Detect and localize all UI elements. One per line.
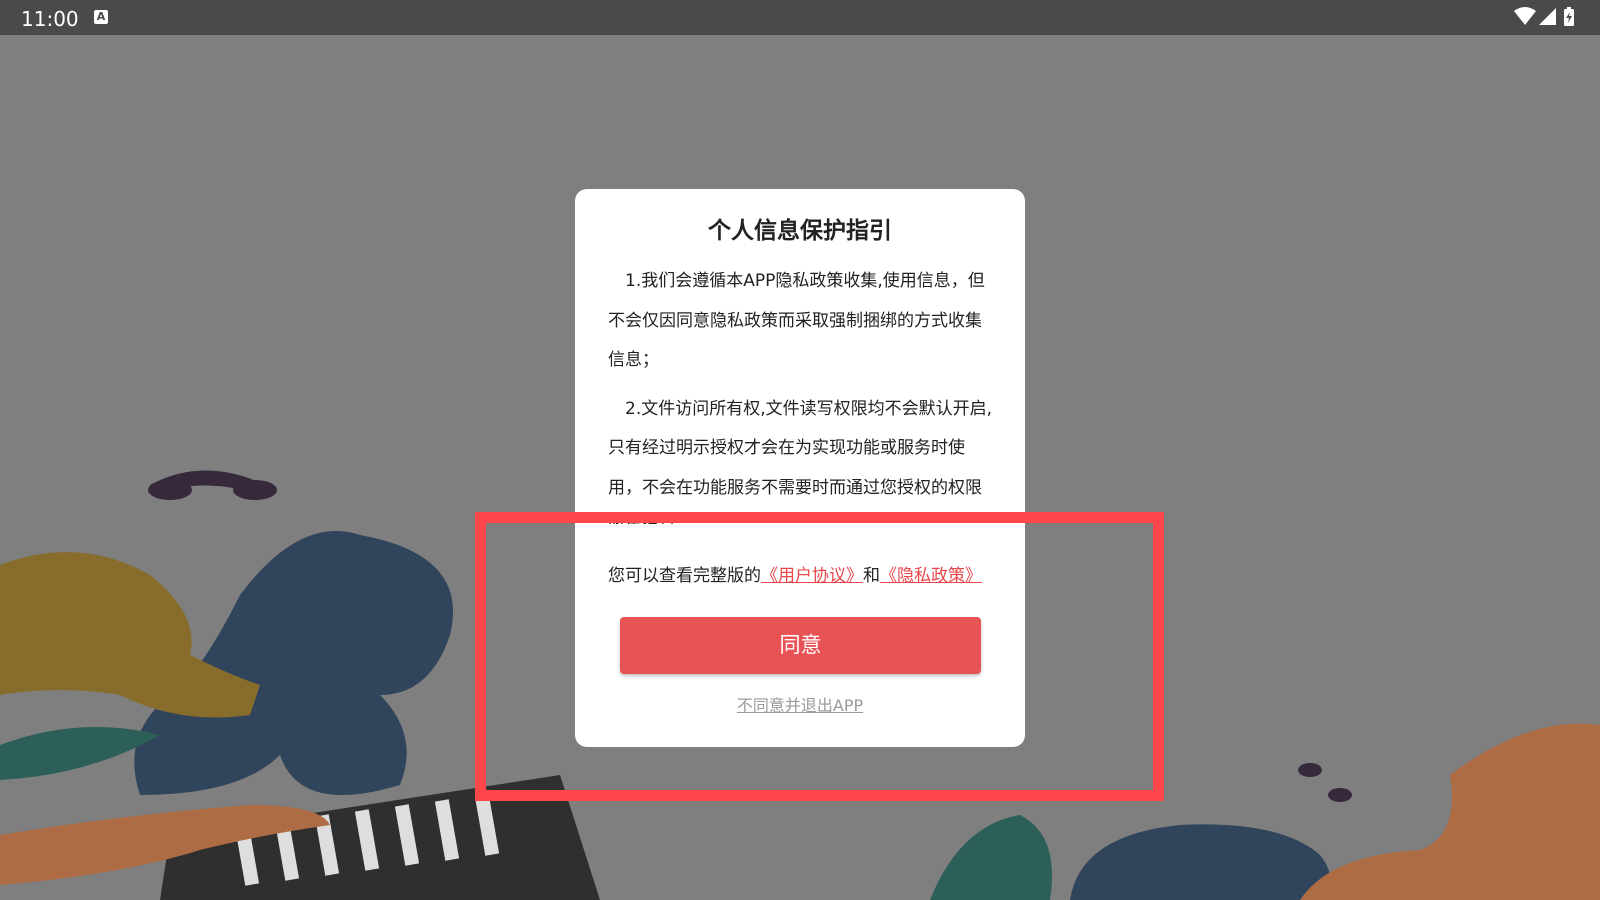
plant-shape: [930, 815, 1052, 900]
status-icons: [1512, 6, 1582, 28]
drum-shape: [1070, 824, 1330, 900]
battery-charging-icon: [1564, 7, 1574, 26]
signal-icon: [1539, 8, 1556, 25]
status-time: 11:00: [21, 7, 79, 31]
music-note-right-icon: [1298, 763, 1352, 802]
music-note-icon: [148, 470, 277, 500]
privacy-paragraph-2: 2.文件访问所有权,文件读写权限均不会默认开启,只有经过明示授权才会在为实现功能…: [608, 398, 993, 525]
privacy-paragraph-1: 1.我们会遵循本APP隐私政策收集,使用信息，但不会仅因同意隐私政策而采取强制捆…: [608, 271, 985, 370]
input-method-icon: A: [94, 10, 108, 24]
status-bar: 11:00 A: [0, 0, 1600, 35]
highlight-box: [475, 512, 1164, 801]
wifi-icon: [1514, 7, 1536, 25]
saxophone-shape: [1300, 723, 1600, 900]
dialog-title: 个人信息保护指引: [708, 218, 892, 244]
dialog-body[interactable]: 1.我们会遵循本APP隐私政策收集,使用信息，但不会仅因同意隐私政策而采取强制捆…: [608, 262, 998, 524]
